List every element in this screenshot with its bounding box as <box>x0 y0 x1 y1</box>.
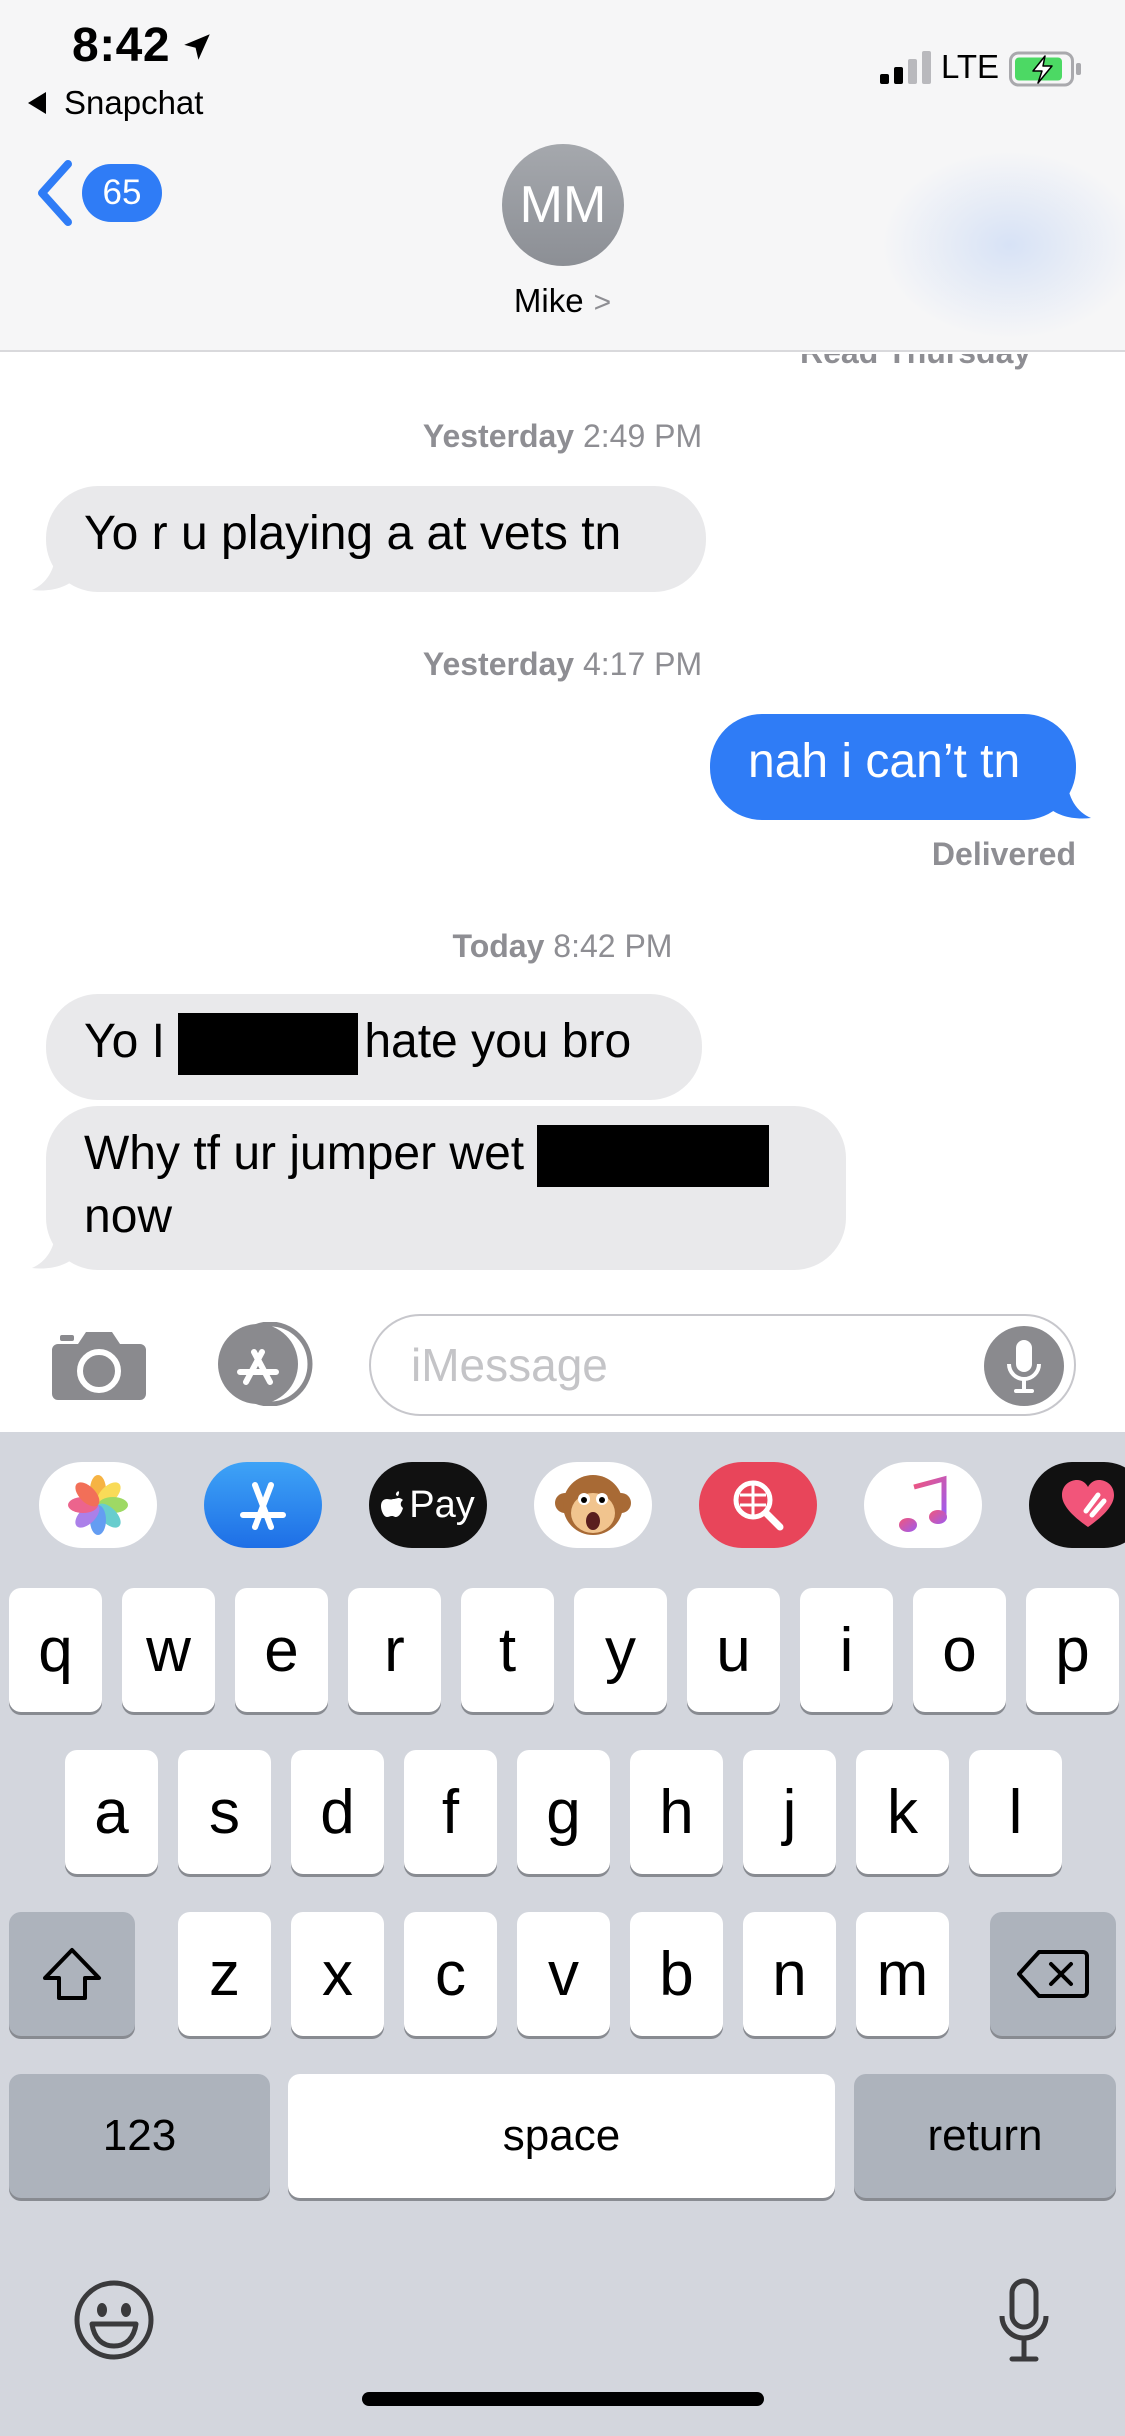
key-x[interactable]: x <box>291 1912 384 2036</box>
key-w[interactable]: w <box>122 1588 215 1712</box>
back-app-label: Snapchat <box>64 84 204 121</box>
key-d[interactable]: d <box>291 1750 384 1874</box>
key-l[interactable]: l <box>969 1750 1062 1874</box>
timestamp: Yesterday 4:17 PM <box>422 646 703 682</box>
location-arrow-icon <box>184 34 210 60</box>
emoji-key[interactable] <box>72 2278 156 2362</box>
back-button[interactable]: 65 <box>34 158 162 228</box>
key-p[interactable]: p <box>1026 1588 1119 1712</box>
emoji-icon <box>74 2280 154 2360</box>
backspace-icon <box>1017 1950 1089 1998</box>
key-t[interactable]: t <box>461 1588 554 1712</box>
key-z[interactable]: z <box>178 1912 271 2036</box>
incoming-message[interactable]: Yo r u playing a at vets tn <box>46 486 706 592</box>
message-text: Yo I <box>84 1015 179 1068</box>
timestamp: Today 8:42 PM <box>452 928 673 964</box>
key-k[interactable]: k <box>856 1750 949 1874</box>
status-time: 8:42 <box>72 19 171 72</box>
back-to-app-link[interactable]: Snapchat <box>28 84 203 122</box>
numbers-key[interactable]: 123 <box>9 2074 270 2198</box>
shift-key[interactable] <box>9 1912 135 2036</box>
imessage-field[interactable] <box>369 1314 1076 1416</box>
key-n[interactable]: n <box>743 1912 836 2036</box>
music-icon[interactable] <box>864 1462 982 1548</box>
battery-charging-icon <box>1009 51 1081 87</box>
key-v[interactable]: v <box>517 1912 610 2036</box>
contact-name-button[interactable]: Mike > <box>0 282 1125 320</box>
microphone-icon <box>1007 1340 1041 1393</box>
message-text: Why tf ur jumper wet <box>84 1127 538 1180</box>
key-o[interactable]: o <box>913 1588 1006 1712</box>
app-store-icon[interactable] <box>204 1462 322 1548</box>
key-a[interactable]: a <box>65 1750 158 1874</box>
signal-bars-icon <box>880 51 931 84</box>
incoming-message[interactable]: Why tf ur jumper wet now <box>46 1106 846 1270</box>
return-key[interactable]: return <box>854 2074 1116 2198</box>
shift-icon <box>43 1948 101 2000</box>
space-key[interactable]: space <box>288 2074 835 2198</box>
microphone-icon <box>999 2278 1049 2362</box>
redaction-block <box>537 1125 770 1188</box>
app-store-button-icon[interactable] <box>210 1322 316 1406</box>
unread-count-badge: 65 <box>82 164 162 222</box>
key-f[interactable]: f <box>404 1750 497 1874</box>
key-m[interactable]: m <box>856 1912 949 2036</box>
network-type: LTE <box>941 48 1000 85</box>
key-i[interactable]: i <box>800 1588 893 1712</box>
key-y[interactable]: y <box>574 1588 667 1712</box>
bubble-tail <box>32 548 76 591</box>
key-h[interactable]: h <box>630 1750 723 1874</box>
digital-touch-icon[interactable] <box>1029 1462 1125 1548</box>
web-images-icon[interactable] <box>699 1462 817 1548</box>
keyboard: Pay q w e r t y u i o p a s d f g h j k … <box>0 1432 1125 2436</box>
key-c[interactable]: c <box>404 1912 497 2036</box>
dictation-button[interactable] <box>984 1326 1064 1406</box>
keyboard-dictation-key[interactable] <box>996 2278 1052 2364</box>
delete-key[interactable] <box>990 1912 1116 2036</box>
camera-icon[interactable] <box>50 1326 148 1402</box>
photos-icon[interactable] <box>39 1462 157 1548</box>
apple-pay-label: Pay <box>409 1483 475 1526</box>
home-indicator <box>362 2392 764 2406</box>
contact-name: Mike <box>513 282 584 319</box>
key-q[interactable]: q <box>9 1588 102 1712</box>
message-text: now <box>84 1190 173 1244</box>
bubble-tail <box>32 1226 76 1269</box>
incoming-message[interactable]: Yo I hate you bro <box>46 994 702 1100</box>
message-text: hate you bro <box>364 1015 632 1068</box>
key-u[interactable]: u <box>687 1588 780 1712</box>
bubble-tail <box>1047 776 1091 819</box>
chevron-left-icon <box>38 160 72 226</box>
message-input[interactable] <box>411 1334 971 1396</box>
timestamp: Yesterday 2:49 PM <box>422 418 703 454</box>
outgoing-message[interactable]: nah i can’t tn <box>710 714 1076 820</box>
apple-pay-icon[interactable]: Pay <box>369 1462 487 1548</box>
redaction-block <box>178 1013 359 1076</box>
animoji-icon[interactable] <box>534 1462 652 1548</box>
delivered-status: Delivered <box>931 836 1076 872</box>
key-r[interactable]: r <box>348 1588 441 1712</box>
key-j[interactable]: j <box>743 1750 836 1874</box>
key-s[interactable]: s <box>178 1750 271 1874</box>
chevron-right-icon: > <box>593 286 612 319</box>
key-b[interactable]: b <box>630 1912 723 2036</box>
app-drawer: Pay <box>0 1432 1125 1572</box>
message-text: Yo r u playing a at vets tn <box>84 507 622 560</box>
back-triangle-icon <box>28 92 46 114</box>
navigation-header: 8:42 Snapchat LTE 65 MM Mike > <box>0 0 1125 352</box>
message-text: nah i can’t tn <box>748 735 1021 788</box>
contact-avatar[interactable]: MM <box>502 144 624 266</box>
key-g[interactable]: g <box>517 1750 610 1874</box>
key-e[interactable]: e <box>235 1588 328 1712</box>
